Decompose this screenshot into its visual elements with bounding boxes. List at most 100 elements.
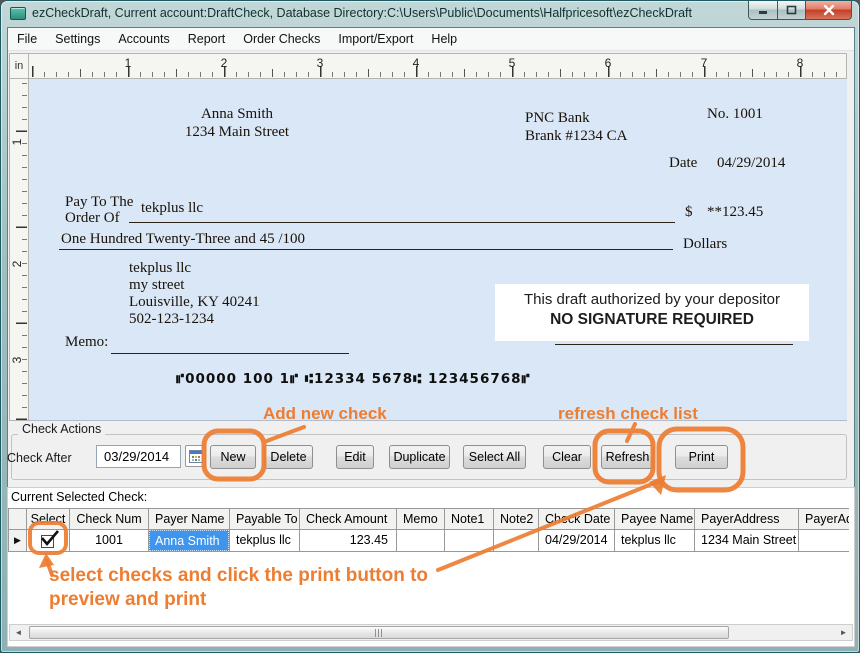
app-window: ezCheckDraft, Current account:DraftCheck… (0, 0, 860, 653)
col-header-payable-to[interactable]: Payable To (230, 509, 300, 530)
calendar-icon (188, 449, 203, 463)
ruler-number: 3 (10, 356, 24, 364)
cell-note2[interactable] (494, 530, 539, 552)
col-header-check-date[interactable]: Check Date (539, 509, 615, 530)
duplicate-button[interactable]: Duplicate (389, 445, 450, 469)
check-date-value: 04/29/2014 (717, 155, 786, 171)
grid-corner-cell (9, 509, 27, 530)
col-header-payee-name[interactable]: Payee Name (615, 509, 695, 530)
col-header-check-num[interactable]: Check Num (70, 509, 149, 530)
horizontal-scrollbar[interactable]: ◄ ► (9, 624, 853, 641)
title-bar[interactable]: ezCheckDraft, Current account:DraftCheck… (1, 1, 859, 27)
payee-address-line2: my street (129, 277, 185, 293)
check-date-label: Date (669, 155, 698, 171)
ruler-number: 1 (124, 56, 132, 70)
micr-line: ⑈00000 100 1⑈ ⑆12334 5678⑆ 123456768⑈ (176, 371, 531, 387)
scrollbar-thumb[interactable] (29, 626, 729, 639)
dollar-sign: $ (685, 204, 693, 220)
row-selector-cell[interactable]: ▶ (9, 530, 27, 552)
menu-item-settings[interactable]: Settings (46, 29, 109, 49)
cell-payee-name[interactable]: tekplus llc (615, 530, 695, 552)
select-print-annotation-line1: select checks and click the print button… (49, 565, 429, 586)
check-actions-title: Check Actions (18, 422, 106, 436)
calendar-button[interactable] (185, 445, 206, 467)
ruler-number: 4 (412, 56, 420, 70)
grid-header-row: Select Check Num Payer Name Payable To C… (9, 509, 849, 530)
scroll-right-button[interactable]: ► (835, 625, 852, 640)
clear-button[interactable]: Clear (543, 445, 591, 469)
menu-item-help[interactable]: Help (422, 29, 466, 49)
menu-item-import-export[interactable]: Import/Export (329, 29, 422, 49)
col-header-payer-address[interactable]: PayerAddress (695, 509, 799, 530)
menu-item-file[interactable]: File (8, 29, 46, 49)
delete-button[interactable]: Delete (264, 445, 313, 469)
menu-item-order-checks[interactable]: Order Checks (234, 29, 329, 49)
scroll-left-button[interactable]: ◄ (10, 625, 27, 640)
authorization-text: This draft authorized by your depositor (524, 291, 780, 308)
cell-payable-to[interactable]: tekplus llc (230, 530, 300, 552)
order-of-label: Order Of (65, 210, 120, 226)
maximize-button[interactable] (778, 1, 806, 20)
check-payer-name: Anna Smith (200, 106, 274, 122)
cell-payer-address[interactable]: 1234 Main Street (695, 530, 799, 552)
scroll-left-icon: ◄ (14, 628, 23, 637)
select-all-button[interactable]: Select All (463, 445, 526, 469)
col-header-payer-address2[interactable]: PayerAdd (799, 509, 849, 530)
col-header-select[interactable]: Select (27, 509, 70, 530)
menu-bar: File Settings Accounts Report Order Chec… (8, 28, 854, 51)
payee-underline (129, 222, 675, 223)
horizontal-ruler: 1 2 3 4 5 6 7 8 (29, 53, 847, 79)
ruler-number: 6 (604, 56, 612, 70)
minimize-button[interactable] (748, 1, 778, 20)
edit-button[interactable]: Edit (336, 445, 374, 469)
new-button[interactable]: New (210, 445, 256, 469)
ruler-number: 7 (700, 56, 708, 70)
checkmark-icon (41, 530, 59, 547)
print-button[interactable]: Print (675, 445, 728, 469)
cell-check-date[interactable]: 04/29/2014 (539, 530, 615, 552)
cell-note1[interactable] (445, 530, 494, 552)
payee-address-line4: 502-123-1234 (129, 311, 214, 327)
window-controls (748, 1, 852, 20)
check-after-input[interactable] (96, 445, 181, 468)
selected-cell-value: Anna Smith (149, 530, 229, 551)
cell-payer-address2[interactable] (799, 530, 849, 552)
ruler-number: 2 (220, 56, 228, 70)
menu-item-accounts[interactable]: Accounts (109, 29, 178, 49)
signature-line (555, 344, 793, 345)
check-after-label: Check After (7, 451, 72, 465)
check-amount-numeric: **123.45 (707, 204, 764, 220)
check-payer-street: 1234 Main Street (184, 124, 290, 140)
cell-check-amount[interactable]: 123.45 (300, 530, 397, 552)
col-header-check-amount[interactable]: Check Amount (300, 509, 397, 530)
row-selector-arrow-icon: ▶ (14, 535, 21, 545)
cell-memo[interactable] (397, 530, 445, 552)
check-bank-branch: Brank #1234 CA (525, 128, 628, 144)
cell-payer-name[interactable]: Anna Smith (149, 530, 230, 552)
ruler-number: 2 (10, 260, 24, 268)
cell-check-num[interactable]: 1001 (70, 530, 149, 552)
app-icon (10, 7, 26, 20)
grid-data-row: ▶ 1001 Anna Smith tekplus llc 123.45 04/… (9, 530, 849, 552)
col-header-payer-name[interactable]: Payer Name (149, 509, 230, 530)
select-cell[interactable] (27, 530, 70, 552)
col-header-note2[interactable]: Note2 (494, 509, 539, 530)
check-preview: Anna Smith 1234 Main Street PNC Bank Bra… (29, 79, 847, 421)
ruler-unit-label: in (9, 53, 29, 79)
col-header-memo[interactable]: Memo (397, 509, 445, 530)
maximize-icon (786, 5, 797, 15)
col-header-note1[interactable]: Note1 (445, 509, 494, 530)
scroll-right-icon: ► (839, 628, 848, 637)
memo-underline (111, 353, 349, 354)
amount-underline (59, 249, 673, 250)
refresh-button[interactable]: Refresh (601, 445, 654, 469)
amount-in-words: One Hundred Twenty-Three and 45 /100 (61, 231, 306, 247)
close-icon (823, 4, 834, 15)
payee-address-line3: Louisville, KY 40241 (129, 294, 260, 310)
checks-grid: Select Check Num Payer Name Payable To C… (8, 508, 849, 552)
menu-item-report[interactable]: Report (179, 29, 235, 49)
refresh-check-list-annotation: refresh check list (558, 404, 698, 423)
close-button[interactable] (806, 1, 852, 20)
memo-label: Memo: (65, 334, 109, 350)
select-checkbox[interactable] (41, 530, 59, 548)
